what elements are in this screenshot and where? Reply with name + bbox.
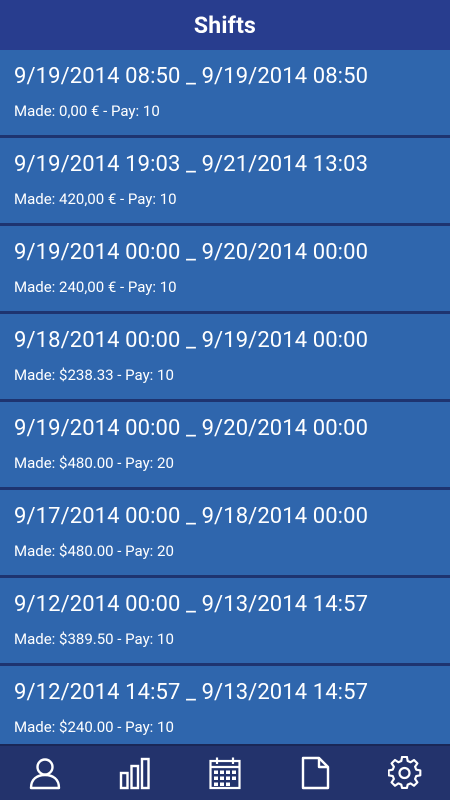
- gear-icon: [388, 756, 422, 790]
- shift-date-range: 9/12/2014 00:00 _ 9/13/2014 14:57: [14, 592, 369, 617]
- shift-row[interactable]: 9/19/2014 00:00 _ 9/20/2014 00:00 Made: …: [0, 402, 450, 490]
- tab-settings[interactable]: [377, 746, 433, 800]
- shift-date-range: 9/19/2014 00:00 _ 9/20/2014 00:00: [14, 416, 369, 441]
- document-icon: [301, 756, 330, 790]
- shift-earnings: Made: $480.00 - Pay: 20: [14, 454, 174, 472]
- shift-row[interactable]: 9/19/2014 00:00 _ 9/20/2014 00:00 Made: …: [0, 226, 450, 314]
- shift-row[interactable]: 9/19/2014 08:50 _ 9/19/2014 08:50 Made: …: [0, 50, 450, 138]
- tab-calendar[interactable]: [197, 746, 253, 800]
- bottom-tab-bar: [0, 744, 450, 800]
- shift-date-range: 9/19/2014 19:03 _ 9/21/2014 13:03: [14, 152, 369, 177]
- shift-earnings: Made: $240.00 - Pay: 10: [14, 718, 174, 736]
- shift-earnings: Made: $389.50 - Pay: 10: [14, 630, 174, 648]
- shift-earnings: Made: $480.00 - Pay: 20: [14, 542, 174, 560]
- shift-date-range: 9/12/2014 14:57 _ 9/13/2014 14:57: [14, 680, 369, 705]
- shift-row[interactable]: 9/19/2014 19:03 _ 9/21/2014 13:03 Made: …: [0, 138, 450, 226]
- shift-earnings: Made: 240,00 € - Pay: 10: [14, 278, 177, 296]
- tab-profile[interactable]: [17, 746, 73, 800]
- tab-statistics[interactable]: [107, 746, 163, 800]
- app-screen: Shifts 9/19/2014 08:50 _ 9/19/2014 08:50…: [0, 0, 450, 800]
- shift-row[interactable]: 9/18/2014 00:00 _ 9/19/2014 00:00 Made: …: [0, 314, 450, 402]
- shift-row[interactable]: 9/12/2014 14:57 _ 9/13/2014 14:57 Made: …: [0, 666, 450, 744]
- page-title: Shifts: [193, 11, 257, 39]
- person-icon: [29, 758, 61, 790]
- shift-date-range: 9/17/2014 00:00 _ 9/18/2014 00:00: [14, 504, 369, 529]
- shift-earnings: Made: 420,00 € - Pay: 10: [14, 190, 177, 208]
- shift-date-range: 9/19/2014 08:50 _ 9/19/2014 08:50: [14, 64, 369, 89]
- shift-list[interactable]: 9/19/2014 08:50 _ 9/19/2014 08:50 Made: …: [0, 50, 450, 744]
- calendar-icon: [209, 757, 241, 790]
- shift-row[interactable]: 9/12/2014 00:00 _ 9/13/2014 14:57 Made: …: [0, 578, 450, 666]
- shift-date-range: 9/18/2014 00:00 _ 9/19/2014 00:00: [14, 328, 369, 353]
- shift-date-range: 9/19/2014 00:00 _ 9/20/2014 00:00: [14, 240, 369, 265]
- tab-reports[interactable]: [287, 746, 343, 800]
- shift-earnings: Made: $238.33 - Pay: 10: [14, 366, 174, 384]
- header-bar: Shifts: [0, 0, 450, 50]
- shift-row[interactable]: 9/17/2014 00:00 _ 9/18/2014 00:00 Made: …: [0, 490, 450, 578]
- bar-chart-icon: [119, 757, 150, 790]
- shift-earnings: Made: 0,00 € - Pay: 10: [14, 102, 160, 120]
